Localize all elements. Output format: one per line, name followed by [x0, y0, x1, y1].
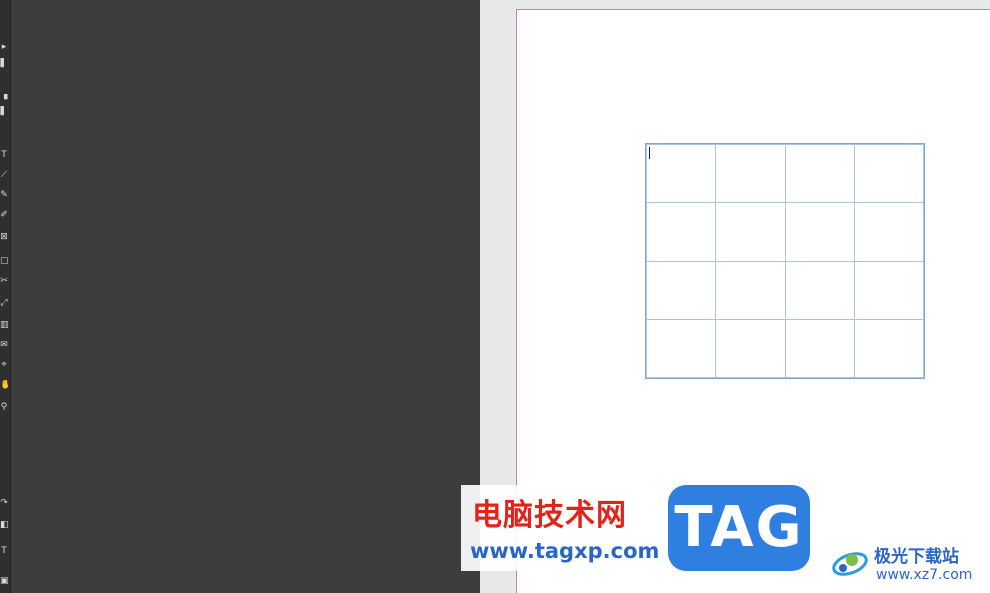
hand-tool-icon[interactable]: ✋ — [0, 380, 8, 390]
rectangle-frame-tool-icon[interactable]: ⊠ — [0, 232, 8, 242]
table-cell[interactable] — [784, 260, 855, 320]
pen-tool-icon[interactable]: ✎ — [0, 190, 8, 200]
free-transform-tool-icon[interactable]: ⤢ — [0, 298, 8, 308]
table-row — [645, 260, 925, 320]
table-cell[interactable] — [715, 260, 786, 320]
tools-panel: ▸ ▌ ▗ ▌ T ⟋ ✎ ✐ ⊠ ▢ ✂ ⤢ ▥ ✉ ⌖ ✋ ⚲ ↷ ◧ T ▣ — [0, 0, 11, 593]
text-cursor — [649, 147, 650, 159]
gap-tool-icon[interactable]: ▌ — [0, 106, 8, 116]
watermark-right-url: www.xz7.com — [876, 567, 973, 583]
table-cell[interactable] — [715, 143, 786, 204]
table-cell[interactable] — [784, 202, 855, 262]
table-cell[interactable] — [853, 318, 925, 379]
table-cell[interactable] — [645, 202, 717, 262]
table-cell[interactable] — [784, 318, 855, 379]
screen-mode-icon[interactable]: ▣ — [0, 576, 8, 586]
table-row — [645, 202, 925, 262]
table-cell[interactable] — [853, 202, 925, 262]
watermark-right-cn: 极光下载站 — [874, 547, 959, 567]
note-tool-icon[interactable]: ✉ — [0, 340, 8, 350]
table-cell[interactable] — [645, 318, 717, 379]
table-cell[interactable] — [715, 318, 786, 379]
table-row — [645, 143, 925, 204]
eyedropper-tool-icon[interactable]: ⌖ — [0, 360, 8, 370]
table-cell[interactable] — [853, 143, 925, 204]
dark-workspace-panel — [11, 0, 480, 593]
selection-tool-icon[interactable]: ▸ — [0, 42, 8, 52]
type-tool-icon[interactable]: T — [0, 150, 8, 160]
table-cell[interactable] — [645, 260, 717, 320]
scissors-tool-icon[interactable]: ✂ — [0, 276, 8, 286]
watermark-url: www.tagxp.com — [470, 539, 660, 563]
formatting-affects-text-icon[interactable]: T — [0, 546, 8, 556]
table-row — [645, 318, 925, 379]
table-cell[interactable] — [853, 260, 925, 320]
table-frame[interactable] — [645, 143, 925, 379]
watermark-cn-title: 电脑技术网 — [472, 498, 627, 533]
gradient-tool-icon[interactable]: ▥ — [0, 320, 8, 330]
zoom-tool-icon[interactable]: ⚲ — [0, 402, 8, 412]
table-cell[interactable] — [645, 143, 717, 204]
pencil-tool-icon[interactable]: ✐ — [0, 210, 8, 220]
table-cell[interactable] — [715, 202, 786, 262]
line-tool-icon[interactable]: ⟋ — [0, 170, 8, 180]
aurora-logo-icon — [832, 552, 868, 576]
table[interactable] — [645, 143, 925, 379]
rectangle-tool-icon[interactable]: ▢ — [0, 256, 8, 266]
swap-colors-icon[interactable]: ↷ — [0, 498, 8, 508]
table-cell[interactable] — [784, 143, 855, 204]
watermark-right: 极光下载站 www.xz7.com — [830, 540, 990, 590]
page-tool-icon[interactable]: ▗ — [0, 90, 8, 100]
fill-stroke-icon[interactable]: ◧ — [0, 520, 8, 530]
watermark-tag-logo: TAG — [668, 485, 810, 571]
direct-selection-tool-icon[interactable]: ▌ — [0, 58, 8, 68]
